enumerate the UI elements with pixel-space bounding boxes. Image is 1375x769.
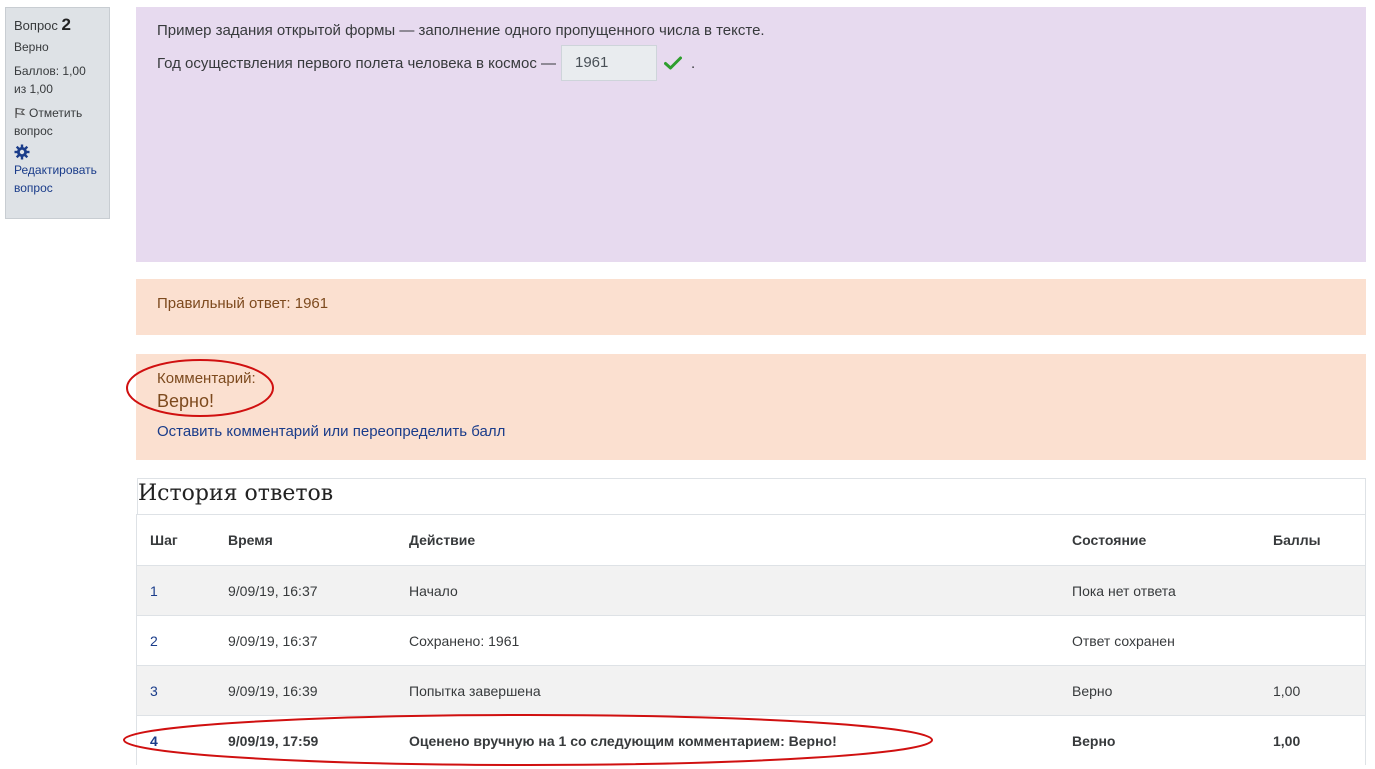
- row-action: Сохранено: 1961: [396, 615, 1059, 666]
- question-formulation: Пример задания открытой формы — заполнен…: [136, 7, 1366, 262]
- column-header-mark: Баллы: [1260, 514, 1366, 566]
- history-title: История ответов: [137, 478, 1366, 515]
- question-state: Верно: [14, 40, 49, 54]
- history-table: Шаг Время Действие Состояние Баллы 1 9/0…: [136, 514, 1366, 765]
- question-grade: Баллов: 1,00 из 1,00: [14, 64, 86, 96]
- question-text: Пример задания открытой формы — заполнен…: [157, 22, 765, 39]
- row-mark: [1260, 615, 1366, 666]
- step-current: 4: [136, 715, 215, 765]
- step-link[interactable]: 2: [136, 615, 215, 666]
- row-time: 9/09/19, 16:37: [215, 615, 396, 666]
- comment-box: Комментарий: Верно! Оставить комментарий…: [136, 354, 1366, 460]
- table-row: 2 9/09/19, 16:37 Сохранено: 1961 Ответ с…: [136, 615, 1366, 666]
- question-label: Вопрос: [14, 18, 58, 33]
- row-action: Попытка завершена: [396, 665, 1059, 716]
- edit-question-link[interactable]: Редактировать вопрос: [14, 144, 101, 197]
- row-state: Верно: [1059, 715, 1260, 765]
- edit-question-label: Редактировать вопрос: [14, 163, 97, 195]
- right-answer-text: Правильный ответ: 1961: [157, 295, 329, 312]
- row-state: Верно: [1059, 665, 1260, 716]
- question-number-value: 2: [61, 15, 71, 34]
- table-row: 3 9/09/19, 16:39 Попытка завершена Верно…: [136, 665, 1366, 716]
- step-link[interactable]: 1: [136, 565, 215, 616]
- row-state: Пока нет ответа: [1059, 565, 1260, 616]
- table-row-current: 4 9/09/19, 17:59 Оценено вручную на 1 со…: [136, 715, 1366, 765]
- column-header-state: Состояние: [1059, 514, 1260, 566]
- question-prompt-line: Год осуществления первого полета человек…: [157, 45, 1345, 81]
- column-header-time: Время: [215, 514, 396, 566]
- flag-question-button[interactable]: Отметить вопрос: [14, 104, 101, 140]
- trailing-period: .: [691, 54, 696, 72]
- row-action: Оценено вручную на 1 со следующим коммен…: [396, 715, 1059, 765]
- check-icon: [664, 56, 682, 70]
- question-info-panel: Вопрос 2 Верно Баллов: 1,00 из 1,00 Отме…: [5, 7, 110, 219]
- row-mark: [1260, 565, 1366, 616]
- comment-override-link[interactable]: Оставить комментарий или переопределить …: [157, 423, 1345, 440]
- row-mark: 1,00: [1260, 715, 1366, 765]
- row-action: Начало: [396, 565, 1059, 616]
- row-time: 9/09/19, 16:37: [215, 565, 396, 616]
- flag-icon: [15, 107, 26, 118]
- gear-icon: [14, 144, 30, 160]
- row-time: 9/09/19, 16:39: [215, 665, 396, 716]
- question-prompt: Год осуществления первого полета человек…: [157, 54, 556, 72]
- row-state: Ответ сохранен: [1059, 615, 1260, 666]
- comment-text: Верно!: [157, 391, 214, 411]
- question-number: Вопрос 2: [14, 16, 101, 35]
- column-header-action: Действие: [396, 514, 1059, 566]
- history-header-row: Шаг Время Действие Состояние Баллы: [136, 514, 1366, 566]
- right-answer-box: Правильный ответ: 1961: [136, 279, 1366, 335]
- row-mark: 1,00: [1260, 665, 1366, 716]
- column-header-step: Шаг: [136, 514, 215, 566]
- comment-label: Комментарий:: [157, 370, 256, 387]
- table-row: 1 9/09/19, 16:37 Начало Пока нет ответа: [136, 565, 1366, 616]
- step-link[interactable]: 3: [136, 665, 215, 716]
- row-time: 9/09/19, 17:59: [215, 715, 396, 765]
- answer-input[interactable]: 1961: [561, 45, 657, 81]
